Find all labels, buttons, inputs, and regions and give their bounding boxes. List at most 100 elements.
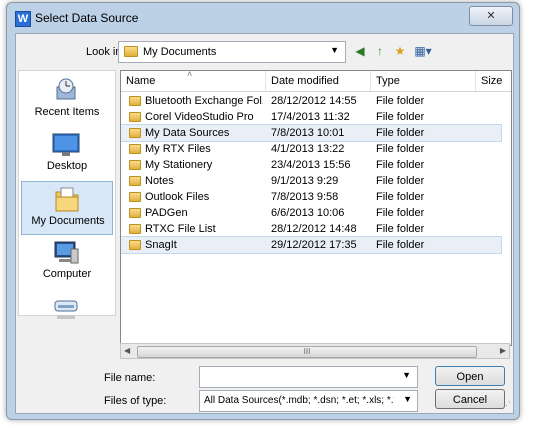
- file-date-cell: 28/12/2012 14:55: [271, 95, 357, 107]
- place-label: Computer: [42, 268, 92, 280]
- column-header-label: Size: [481, 75, 503, 87]
- folder-icon: [129, 144, 141, 154]
- folder-icon: [129, 112, 141, 122]
- file-name-cell: Notes: [145, 175, 174, 187]
- resize-grip-icon[interactable]: ⋰: [502, 400, 511, 411]
- app-icon: W: [15, 11, 31, 27]
- file-type-cell: File folder: [376, 175, 425, 187]
- folder-icon: [129, 192, 141, 202]
- file-type-cell: File folder: [376, 143, 425, 155]
- window-title: Select Data Source: [35, 11, 139, 25]
- file-list[interactable]: Name ˄ Date modified Type Size Bluetooth…: [120, 70, 512, 346]
- file-name-cell: Bluetooth Exchange Fol...: [145, 95, 263, 107]
- file-date-cell: 17/4/2013 11:32: [271, 111, 350, 123]
- file-date-cell: 9/1/2013 9:29: [271, 175, 339, 187]
- files-of-type-dropdown[interactable]: All Data Sources(*.mdb; *.dsn; *.et; *.x…: [199, 390, 418, 412]
- column-header-label: Type: [376, 75, 400, 87]
- place-label: Recent Items: [34, 106, 100, 118]
- file-name-cell: PADGen: [145, 207, 188, 219]
- folder-icon: [129, 208, 141, 218]
- open-button[interactable]: Open: [435, 366, 505, 386]
- file-type-cell: File folder: [376, 207, 425, 219]
- file-name-input[interactable]: ▼: [199, 366, 418, 388]
- file-type-cell: File folder: [376, 127, 425, 139]
- place-my-documents[interactable]: My Documents: [21, 181, 113, 235]
- file-row[interactable]: SnagIt 29/12/2012 17:35 File folder: [121, 236, 502, 254]
- file-row[interactable]: My Stationery 23/4/2013 15:56 File folder: [121, 157, 501, 173]
- file-row[interactable]: Notes 9/1/2013 9:29 File folder: [121, 173, 501, 189]
- select-data-source-dialog: W Select Data Source ✕ Look in: My Docum…: [6, 2, 520, 420]
- file-type-cell: File folder: [376, 239, 425, 251]
- folder-icon: [129, 128, 141, 138]
- scroll-left-icon[interactable]: ◀: [124, 346, 130, 355]
- look-in-dropdown[interactable]: My Documents ▼: [118, 41, 346, 63]
- back-icon[interactable]: ◀: [352, 43, 368, 59]
- file-name-cell: Outlook Files: [145, 191, 210, 203]
- file-name-cell: My RTX Files: [145, 143, 211, 155]
- scroll-right-icon[interactable]: ▶: [500, 346, 506, 355]
- file-row[interactable]: PADGen 6/6/2013 10:06 File folder: [121, 205, 501, 221]
- file-type-cell: File folder: [376, 159, 425, 171]
- file-row[interactable]: My Data Sources 7/8/2013 10:01 File folder: [121, 124, 502, 142]
- file-type-cell: File folder: [376, 95, 425, 107]
- file-name-cell: RTXC File List: [145, 223, 216, 235]
- folder-icon: [129, 224, 141, 234]
- recent-items-icon: [56, 78, 76, 100]
- file-date-cell: 6/6/2013 10:06: [271, 207, 345, 219]
- chevron-down-icon[interactable]: ▼: [402, 370, 411, 380]
- column-header-row: Name ˄ Date modified Type Size: [121, 71, 511, 92]
- place-network-drive[interactable]: [21, 289, 113, 343]
- places-bar: Recent Items Desktop My Documents Comput…: [18, 70, 116, 319]
- cancel-button[interactable]: Cancel: [435, 389, 505, 409]
- file-name-cell: Corel VideoStudio Pro: [145, 111, 254, 123]
- up-folder-icon[interactable]: ↑: [372, 43, 388, 59]
- dialog-body: Look in: My Documents ▼ ◀ ↑ ★ ▦▾ Recent …: [15, 33, 514, 414]
- folder-icon: [129, 96, 141, 106]
- file-name-cell: SnagIt: [145, 239, 177, 251]
- file-name-cell: My Stationery: [145, 159, 213, 171]
- network-drive-icon: [54, 300, 78, 319]
- file-date-cell: 23/4/2013 15:56: [271, 159, 351, 171]
- close-button[interactable]: ✕: [469, 6, 513, 26]
- folder-icon: [129, 240, 141, 250]
- files-of-type-value: All Data Sources(*.mdb; *.dsn; *.et; *.x…: [204, 395, 394, 406]
- place-label: My Documents: [31, 215, 105, 227]
- place-desktop[interactable]: Desktop: [21, 127, 113, 181]
- file-type-cell: File folder: [376, 223, 425, 235]
- column-header-type[interactable]: Type: [371, 71, 476, 91]
- column-header-name[interactable]: Name ˄: [121, 71, 266, 91]
- my-documents-icon: [55, 187, 79, 212]
- chevron-down-icon: ▼: [403, 394, 412, 404]
- file-row[interactable]: Corel VideoStudio Pro 17/4/2013 11:32 File…: [121, 109, 501, 125]
- file-type-cell: File folder: [376, 111, 425, 123]
- file-row[interactable]: RTXC File List 28/12/2012 14:48 File folde…: [121, 221, 501, 237]
- views-menu-icon[interactable]: ▦▾: [412, 43, 434, 59]
- file-row[interactable]: Bluetooth Exchange Fol... 28/12/2012 14:5…: [121, 93, 501, 109]
- column-header-label: Date modified: [271, 75, 339, 87]
- file-date-cell: 7/8/2013 9:58: [271, 191, 339, 203]
- look-in-value: My Documents: [143, 46, 217, 58]
- file-row[interactable]: My RTX Files 4/1/2013 13:22 File folder: [121, 141, 501, 157]
- file-row[interactable]: Outlook Files 7/8/2013 9:58 File folder: [121, 189, 501, 205]
- file-date-cell: 7/8/2013 10:01: [271, 127, 345, 139]
- file-date-cell: 29/12/2012 17:35: [271, 239, 357, 251]
- new-folder-icon[interactable]: ★: [392, 43, 408, 59]
- scroll-thumb[interactable]: III: [137, 346, 477, 358]
- place-label: Desktop: [46, 160, 88, 172]
- files-of-type-label: Files of type:: [104, 395, 167, 407]
- column-header-label: Name: [126, 75, 156, 87]
- column-header-date[interactable]: Date modified: [266, 71, 371, 91]
- close-icon: ✕: [486, 10, 496, 22]
- file-date-cell: 28/12/2012 14:48: [271, 223, 357, 235]
- file-name-label: File name:: [104, 372, 156, 384]
- chevron-down-icon: ▼: [330, 45, 339, 55]
- column-header-size[interactable]: Size: [476, 71, 511, 91]
- place-recent-items[interactable]: Recent Items: [21, 73, 113, 127]
- desktop-icon: [52, 133, 80, 156]
- place-computer[interactable]: Computer: [21, 235, 113, 289]
- folder-icon: [129, 176, 141, 186]
- title-bar[interactable]: W Select Data Source ✕: [7, 3, 519, 31]
- folder-icon: [129, 160, 141, 170]
- horizontal-scrollbar[interactable]: ◀ III ▶: [120, 343, 510, 359]
- file-date-cell: 4/1/2013 13:22: [271, 143, 345, 155]
